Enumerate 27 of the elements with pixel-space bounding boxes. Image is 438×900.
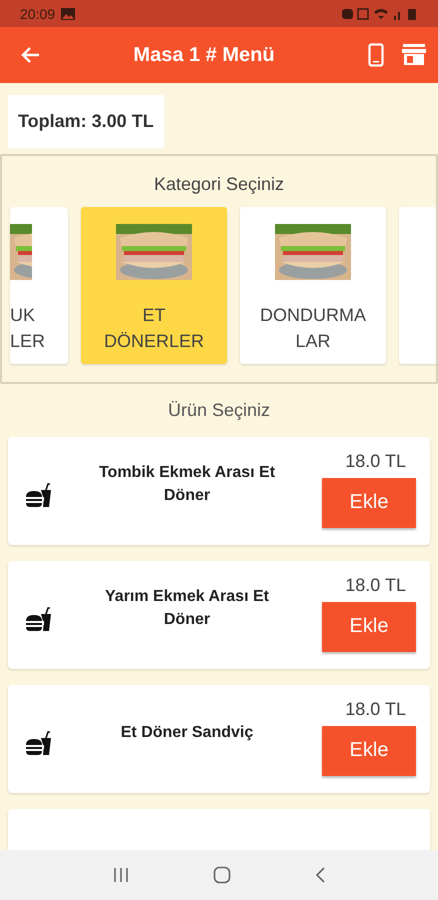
fastfood-icon	[24, 606, 52, 634]
category-label: DONDURMA LAR	[260, 304, 366, 353]
product-name: Et Döner Sandviç	[120, 722, 254, 742]
product-name: Yarım Ekmek Arası Et Döner	[104, 587, 270, 630]
category-card[interactable]: DONDURMA LAR	[240, 207, 386, 364]
back-icon[interactable]	[314, 866, 326, 884]
product-price: 18.0 TL	[345, 450, 406, 472]
product-heading: Ürün Seçiniz	[166, 399, 272, 422]
back-arrow-icon[interactable]	[20, 46, 40, 64]
status-time: 20:09	[20, 6, 56, 22]
image-icon	[61, 8, 76, 20]
category-label: ET DÖNERLER	[104, 304, 204, 353]
fastfood-icon	[24, 730, 52, 758]
fastfood-icon	[24, 482, 52, 510]
phone-icon[interactable]	[368, 43, 384, 67]
category-heading: Kategori Seçiniz	[152, 173, 286, 196]
recent-apps-icon[interactable]	[112, 867, 130, 883]
total-label: Toplam: 3.00 TL	[8, 95, 164, 148]
category-label: UK LER	[10, 304, 46, 353]
product-name: Tombik Ekmek Arası Et Döner	[98, 463, 276, 506]
home-icon[interactable]	[212, 866, 231, 884]
category-card[interactable]: UK LER	[10, 207, 68, 364]
category-card[interactable]: ET DÖNERLER	[81, 207, 227, 364]
store-icon[interactable]	[402, 44, 426, 66]
screen-title: Masa 1 # Menü	[132, 44, 276, 66]
product-price: 18.0 TL	[345, 574, 406, 596]
product-price: 18.0 TL	[345, 698, 406, 720]
